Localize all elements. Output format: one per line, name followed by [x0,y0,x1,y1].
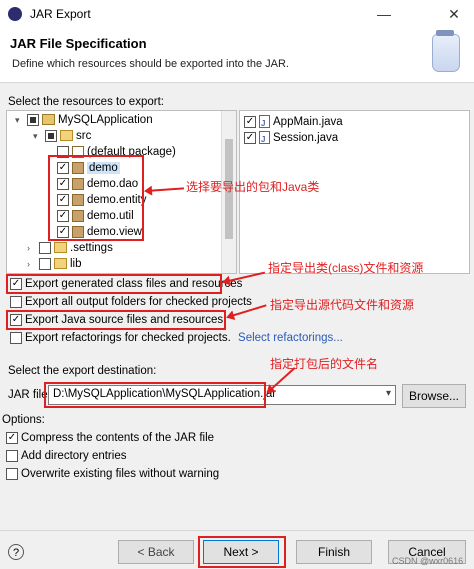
page-title: JAR File Specification [10,36,147,51]
folder-icon [54,258,67,270]
tree-item-label: .settings [70,242,113,254]
dropdown-arrow-icon[interactable]: ▾ [386,388,391,399]
highlight-next-button [198,536,286,568]
add-directory-entries-option[interactable]: Add directory entries [6,448,126,464]
footer-separator [0,530,474,531]
checkbox[interactable] [39,257,51,270]
option-label: Compress the contents of the JAR file [21,432,215,444]
checkbox[interactable] [244,115,256,128]
option-label: Add directory entries [21,450,127,462]
option-label: Overwrite existing files without warning [21,468,220,480]
checkbox[interactable] [45,129,57,142]
checkbox[interactable] [10,295,22,308]
java-file-icon [259,131,270,148]
folder-icon [54,242,67,254]
file-item-label: AppMain.java [273,116,343,128]
highlight-packages [48,155,144,241]
chevron-down-icon[interactable]: ▾ [15,112,25,128]
minimize-button[interactable]: — [370,4,398,24]
tree-item-src[interactable]: ▾ src [33,128,91,144]
app-icon [8,7,22,21]
checkbox[interactable] [244,131,256,144]
back-button[interactable]: < Back [118,540,194,564]
checkbox[interactable] [39,241,51,254]
checkbox[interactable] [6,467,18,480]
tree-item-label: lib [70,258,82,270]
annotation-jar-name: 指定打包后的文件名 [270,357,379,371]
tree-item-label: MySQLApplication [58,114,153,126]
export-output-folders-option[interactable]: Export all output folders for checked pr… [10,294,252,310]
export-refactorings-option[interactable]: Export refactorings for checked projects… [10,330,343,346]
chevron-down-icon[interactable]: ▾ [33,128,43,144]
file-item-session[interactable]: Session.java [244,130,339,148]
file-item-label: Session.java [273,132,339,144]
java-file-icon [259,115,270,132]
select-refactorings-link[interactable]: Select refactorings... [238,332,343,344]
tree-item-label: src [76,130,92,142]
checkbox[interactable] [6,431,18,444]
project-icon [42,114,55,126]
help-icon: ? [12,547,20,559]
overwrite-option[interactable]: Overwrite existing files without warning [6,466,219,482]
checkbox[interactable] [6,449,18,462]
help-button[interactable]: ? [8,544,24,560]
option-label: Export refactorings for checked projects… [25,332,231,344]
checkbox[interactable] [10,331,22,344]
browse-button[interactable]: Browse... [402,384,466,408]
annotation-select-packages: 选择要导出的包和Java类 [186,180,320,194]
option-label: Export all output folders for checked pr… [25,296,252,308]
highlight-export-source [6,310,226,330]
tree-item-lib[interactable]: › lib [27,256,82,272]
jar-lid-icon [436,30,454,36]
tree-item-settings[interactable]: › .settings [27,240,113,256]
chevron-right-icon[interactable]: › [27,240,37,256]
close-button[interactable]: ✕ [440,4,468,24]
file-item-appmain[interactable]: AppMain.java [244,114,343,132]
annotation-export-class: 指定导出类(class)文件和资源 [268,261,424,275]
jar-icon [432,34,460,72]
options-label: Options: [2,414,45,426]
window-title: JAR Export [30,7,91,21]
compress-option[interactable]: Compress the contents of the JAR file [6,430,214,446]
highlight-export-class [6,274,222,294]
source-folder-icon [60,130,73,142]
tree-item-project[interactable]: ▾ MySQLApplication [15,112,153,128]
highlight-jar-file [44,382,266,408]
finish-button[interactable]: Finish [296,540,372,564]
watermark: CSDN @wxr0616 [392,556,464,566]
chevron-right-icon[interactable]: › [27,256,37,272]
resources-label: Select the resources to export: [8,96,164,108]
destination-label: Select the export destination: [8,365,157,377]
checkbox[interactable] [27,113,39,126]
annotation-export-source: 指定导出源代码文件和资源 [270,298,415,312]
page-description: Define which resources should be exporte… [12,58,289,70]
